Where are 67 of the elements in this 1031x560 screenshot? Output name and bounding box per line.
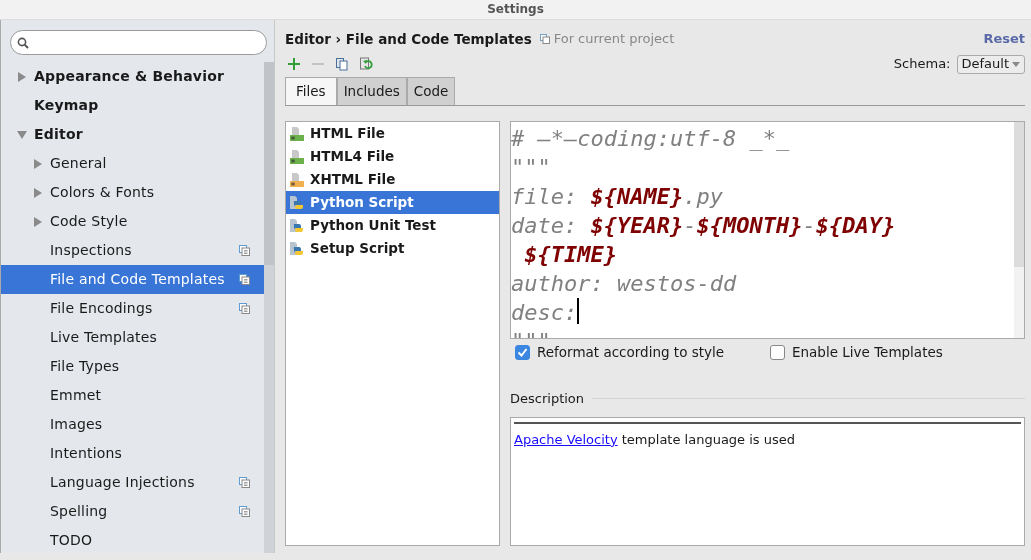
project-scope-icon bbox=[539, 34, 550, 44]
description-text: Apache Velocity template language is used bbox=[514, 431, 796, 447]
expand-arrow-icon[interactable] bbox=[17, 71, 27, 82]
html-file-icon bbox=[289, 171, 305, 188]
tree-item[interactable]: Code Style bbox=[1, 207, 264, 236]
reset-link[interactable]: Reset bbox=[983, 29, 1025, 49]
tree-item[interactable]: Spelling bbox=[1, 497, 264, 526]
checkmark-icon bbox=[517, 346, 528, 358]
tree-item[interactable]: Appearance & Behavior bbox=[1, 62, 264, 91]
add-icon[interactable] bbox=[287, 57, 301, 71]
checkbox[interactable]: Enable Live Templates bbox=[770, 341, 943, 363]
python-file-icon bbox=[289, 240, 305, 257]
template-item[interactable]: Python Script bbox=[286, 191, 499, 214]
html-file-icon bbox=[289, 148, 305, 165]
caret-icon bbox=[1012, 61, 1020, 67]
tree-item[interactable]: Keymap bbox=[1, 91, 264, 120]
expand-arrow-icon[interactable] bbox=[33, 187, 43, 198]
template-item[interactable]: XHTML File bbox=[286, 168, 499, 191]
scope-label: For current project bbox=[553, 30, 675, 49]
code-line: # —*—coding:utf-8 _*_ bbox=[511, 125, 791, 153]
collapse-arrow-icon[interactable] bbox=[17, 129, 27, 140]
html-file-icon bbox=[289, 125, 305, 142]
scrollbar[interactable] bbox=[1014, 122, 1024, 338]
tree-item[interactable]: File Types bbox=[1, 352, 264, 381]
breadcrumb: Editor › File and Code Templates bbox=[285, 29, 532, 49]
reset-icon[interactable] bbox=[359, 57, 373, 71]
expand-arrow-icon[interactable] bbox=[33, 158, 43, 169]
code-line: date: ${YEAR}-${MONTH}-${DAY} bbox=[511, 212, 897, 240]
tree-item[interactable]: File and Code Templates bbox=[1, 265, 264, 294]
template-item[interactable]: Setup Script bbox=[286, 237, 499, 260]
tree-item[interactable]: General bbox=[1, 149, 264, 178]
search-field[interactable] bbox=[10, 30, 267, 55]
tab[interactable]: Includes bbox=[336, 77, 407, 105]
checkbox[interactable]: Reformat according to style bbox=[515, 341, 770, 363]
section-title: Description bbox=[510, 390, 585, 408]
tree-item[interactable]: Emmet bbox=[1, 381, 264, 410]
scrollbar[interactable] bbox=[264, 62, 274, 553]
tree-item[interactable]: Editor bbox=[1, 120, 264, 149]
code-line: author: westos-dd bbox=[511, 270, 738, 298]
template-item[interactable]: Python Unit Test bbox=[286, 214, 499, 237]
code-line: ${TIME} bbox=[523, 241, 618, 269]
copy-icon[interactable] bbox=[335, 57, 349, 71]
tree-item[interactable]: Inspections bbox=[1, 236, 264, 265]
tree-item[interactable]: Intentions bbox=[1, 439, 264, 468]
code-line: file: ${NAME}.py bbox=[511, 183, 724, 211]
schema-label: Schema: bbox=[893, 55, 951, 74]
template-editor[interactable]: # —*—coding:utf-8 _*_ """ file: ${NAME}.py date: ${YEAR}-${MONTH}-${DAY} ${TIME} author: westos-dd desc: """ bbox=[510, 121, 1025, 339]
tab[interactable]: Files bbox=[285, 77, 337, 105]
expand-arrow-icon[interactable] bbox=[33, 216, 43, 227]
code-line: desc: bbox=[511, 298, 581, 327]
python-file-icon bbox=[289, 194, 305, 211]
tab[interactable]: Code bbox=[406, 77, 456, 105]
tree-item[interactable]: Language Injections bbox=[1, 468, 264, 497]
tree-item[interactable]: File Encodings bbox=[1, 294, 264, 323]
tree-item[interactable]: Live Templates bbox=[1, 323, 264, 352]
search-icon bbox=[17, 36, 29, 49]
code-line: """ bbox=[511, 328, 552, 338]
python-file-icon bbox=[289, 217, 305, 234]
tree-item[interactable]: TODO bbox=[1, 526, 264, 553]
template-item[interactable]: HTML File bbox=[286, 122, 499, 145]
schema-dropdown[interactable]: Default bbox=[956, 54, 1025, 74]
tree-item[interactable]: Colors & Fonts bbox=[1, 178, 264, 207]
window-title: Settings bbox=[487, 2, 544, 16]
template-item[interactable]: HTML4 File bbox=[286, 145, 499, 168]
tree-item[interactable]: Images bbox=[1, 410, 264, 439]
link[interactable]: Apache Velocity bbox=[514, 431, 618, 447]
code-line: """ bbox=[511, 154, 552, 182]
